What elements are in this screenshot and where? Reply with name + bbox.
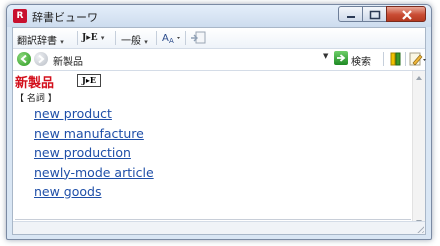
je-label: J▸E xyxy=(82,33,98,43)
dictionary-badge: J▸E xyxy=(77,74,101,87)
translation-link[interactable]: new goods xyxy=(34,182,154,202)
close-button[interactable] xyxy=(386,6,426,22)
svg-text:A: A xyxy=(169,37,174,44)
search-toolbar: ▼ 検索 xyxy=(13,49,427,71)
field-select-button[interactable]: 一般 ▾ xyxy=(121,32,148,47)
vertical-scrollbar[interactable] xyxy=(412,71,425,229)
go-arrow-icon xyxy=(337,54,346,62)
chevron-down-icon: ▾ xyxy=(100,34,105,42)
search-go-button[interactable] xyxy=(334,51,348,65)
toolbar-separator xyxy=(77,31,78,45)
translation-link[interactable]: newly-mode article xyxy=(34,163,154,183)
note-edit-icon xyxy=(409,52,426,66)
svg-text:A: A xyxy=(162,33,169,44)
status-bar xyxy=(13,221,425,234)
window-title: 辞書ビューワ xyxy=(32,11,98,24)
title-bar[interactable]: R 辞書ビューワ xyxy=(7,5,431,27)
menu-toolbar: 翻訳辞書 ▾ J▸E ▾ 一般 ▾ A A xyxy=(13,28,425,49)
entry-divider xyxy=(15,219,411,220)
chevron-down-icon: ▾ xyxy=(60,38,64,46)
toolbar-separator xyxy=(115,31,116,45)
back-button[interactable] xyxy=(17,52,31,66)
translation-link[interactable]: new production xyxy=(34,143,154,163)
general-label: 一般 xyxy=(121,36,141,47)
dictionary-entry-pane: 新製品 J▸E 【 名詞 】 new product new manufactu… xyxy=(13,71,413,229)
minimize-icon xyxy=(347,16,355,18)
minimize-button[interactable] xyxy=(338,6,363,22)
close-icon xyxy=(402,10,412,20)
back-arrow-icon xyxy=(20,54,27,64)
chevron-down-icon: ▾ xyxy=(144,38,148,46)
translation-link[interactable]: new manufacture xyxy=(34,124,154,144)
bookmark-icon xyxy=(390,52,401,66)
language-direction-button[interactable]: J▸E ▾ xyxy=(82,32,104,43)
headword: 新製品 xyxy=(15,76,55,91)
translation-link[interactable]: new product xyxy=(34,104,154,124)
copy-to-button[interactable] xyxy=(190,31,206,48)
maximize-icon xyxy=(369,10,381,20)
bookmark-button[interactable] xyxy=(390,52,402,69)
part-of-speech: 【 名詞 】 xyxy=(15,94,57,104)
toolbar-separator xyxy=(383,52,384,66)
maximize-button[interactable] xyxy=(362,6,387,22)
toolbar-separator xyxy=(185,31,186,45)
window-controls xyxy=(338,6,426,23)
resize-grip[interactable] xyxy=(415,224,424,233)
dictionary-menu-button[interactable]: 翻訳辞書 ▾ xyxy=(17,32,64,47)
search-button-label[interactable]: 検索 xyxy=(351,53,371,68)
font-size-button[interactable]: A A xyxy=(162,31,182,47)
search-history-dropdown[interactable]: ▼ xyxy=(323,52,328,60)
note-button[interactable] xyxy=(409,52,427,69)
client-area: 翻訳辞書 ▾ J▸E ▾ 一般 ▾ A A 新製品 ▼ 検索 新製品 J▸E 【… xyxy=(12,27,426,235)
toolbar-separator xyxy=(156,31,157,45)
toolbar-separator xyxy=(405,52,406,66)
dictionary-viewer-window: R 辞書ビューワ 翻訳辞書 ▾ J▸E ▾ 一般 ▾ A A 新製品 ▼ 検索 … xyxy=(6,4,432,240)
insert-text-icon xyxy=(191,31,206,44)
dictionary-menu-label: 翻訳辞書 xyxy=(17,36,57,47)
translation-list: new product new manufacture new producti… xyxy=(34,104,154,202)
search-input[interactable] xyxy=(53,53,323,67)
scroll-up-arrow-icon[interactable] xyxy=(416,76,422,80)
dictionary-app-icon: R xyxy=(13,9,27,23)
font-size-icon: A A xyxy=(162,33,180,45)
forward-arrow-icon xyxy=(38,54,45,64)
forward-button[interactable] xyxy=(34,52,48,66)
